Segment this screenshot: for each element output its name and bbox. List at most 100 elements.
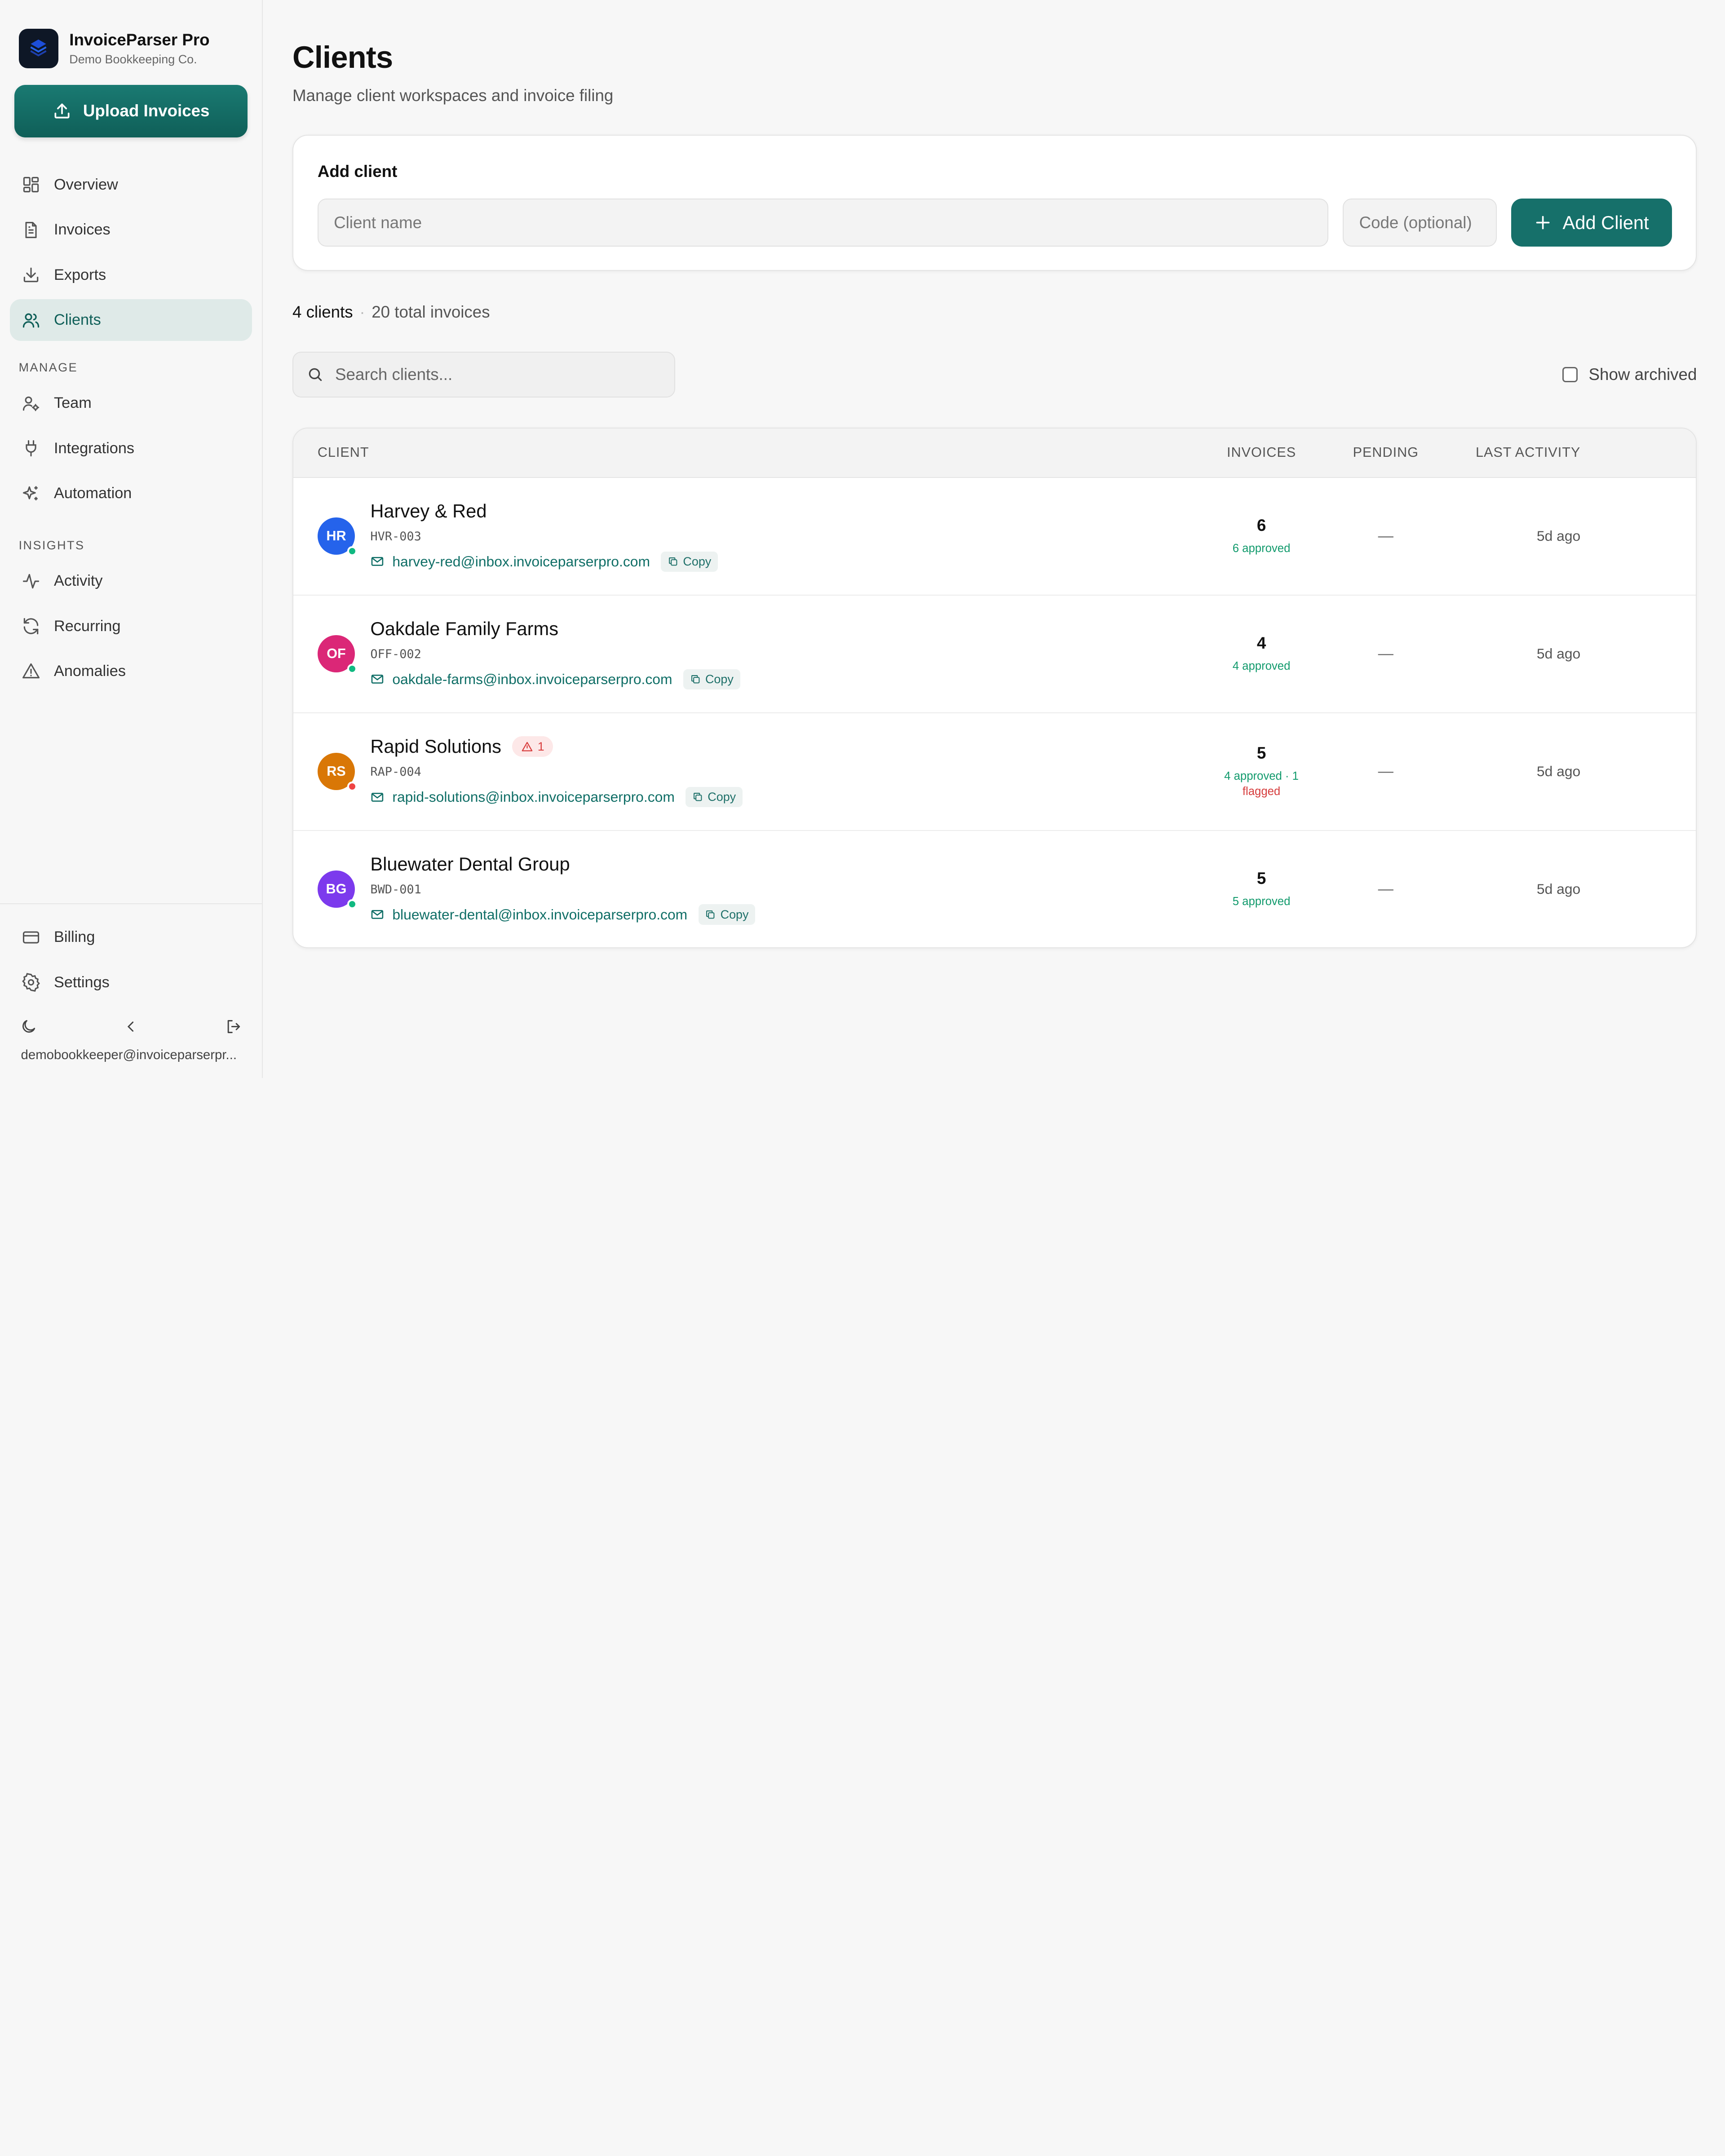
nav-item-exports[interactable]: Exports [10,254,252,296]
upload-label: Upload Invoices [83,102,210,120]
nav-item-team[interactable]: Team [10,382,252,424]
nav-item-automation[interactable]: Automation [10,473,252,514]
copy-email-button[interactable]: Copy [698,904,756,925]
nav-label: Exports [53,266,106,283]
invoices-cell: 5 4 approved · 1 flagged [1195,744,1327,799]
nav-label: Recurring [53,617,121,635]
client-email-line: bluewater-dental@inbox.invoiceparserpro.… [370,904,756,925]
nav-label: Invoices [53,221,111,239]
invoice-status: 6 approved [1195,541,1327,556]
copy-email-button[interactable]: Copy [661,551,718,572]
show-archived-toggle[interactable]: Show archived [1562,365,1697,384]
nav-item-settings[interactable]: Settings [10,962,252,1003]
invoice-status: 5 approved [1195,894,1327,909]
invoice-count: 6 [1256,516,1266,535]
avatar-initials: HR [326,528,346,544]
nav-item-billing[interactable]: Billing [10,916,252,958]
moon-icon[interactable] [20,1018,37,1035]
anomaly-badge[interactable]: 1 [512,736,553,757]
sidebar-footer: Billing Settings demobookkeeper@invoicep… [0,903,262,1078]
client-summary: 4 clients · 20 total invoices [292,303,1697,322]
show-archived-checkbox[interactable] [1562,367,1578,383]
mail-icon [372,557,384,566]
user-email: demobookkeeper@invoiceparserpr... [21,1047,237,1062]
client-code: HVR-003 [370,530,421,544]
users-icon [22,313,39,327]
chevron-left-icon[interactable] [122,1018,140,1035]
client-name-line: Bluewater Dental Group [370,853,755,875]
nav-item-invoices[interactable]: Invoices [10,209,252,251]
add-client-title: Add client [317,162,398,181]
header-last-activity[interactable]: LAST ACTIVITY [1444,445,1581,460]
nav-item-anomalies[interactable]: Anomalies [10,650,252,692]
table-header: CLIENT INVOICES PENDING LAST ACTIVITY [293,428,1696,478]
invoice-status: 4 approved · 1 flagged [1195,769,1327,800]
nav-item-integrations[interactable]: Integrations [10,428,252,469]
credit-card-icon [22,931,39,944]
copy-icon [669,557,677,566]
nav-label: Clients [53,311,101,329]
add-client-button[interactable]: Add Client [1511,198,1672,247]
search-box[interactable] [292,351,676,398]
plug-icon [25,440,36,457]
copy-email-button[interactable]: Copy [683,669,740,690]
clients-table: CLIENT INVOICES PENDING LAST ACTIVITY HR… [292,427,1697,949]
client-email[interactable]: harvey-red@inbox.invoiceparserpro.com [392,553,650,570]
invoices-cell: 5 5 approved [1195,869,1327,909]
table-row[interactable]: BG Bluewater Dental Group BWD-001 bluewa… [293,831,1696,948]
client-name-line: Rapid Solutions 1 [370,736,742,757]
pending-cell: — [1378,527,1393,545]
header-invoices[interactable]: INVOICES [1195,445,1327,460]
avatar: OF [317,635,357,674]
add-client-label: Add Client [1562,212,1649,233]
summary-separator: · [359,303,365,322]
nav-item-recurring[interactable]: Recurring [10,605,252,647]
avatar: RS [317,753,357,791]
table-row[interactable]: HR Harvey & Red HVR-003 harvey-red@inbox… [293,478,1696,596]
nav-item-clients[interactable]: Clients [10,299,252,341]
warning-icon [522,742,533,751]
table-row[interactable]: RS Rapid Solutions 1 RAP-004 rapid-solut… [293,713,1696,831]
header-client[interactable]: CLIENT [293,445,1195,460]
nav-label: Overview [53,176,118,193]
brand[interactable]: InvoiceParser Pro Demo Bookkeeping Co. [0,0,262,71]
sidebar: InvoiceParser Pro Demo Bookkeeping Co. U… [0,0,263,1078]
header-pending[interactable]: PENDING [1327,445,1444,460]
logout-icon[interactable] [225,1018,242,1035]
nav-item-overview[interactable]: Overview [10,164,252,206]
download-icon [23,267,38,283]
table-row[interactable]: OF Oakdale Family Farms OFF-002 oakdale-… [293,596,1696,713]
client-email[interactable]: bluewater-dental@inbox.invoiceparserpro.… [392,906,687,923]
sidebar-tools [0,1010,262,1043]
approved-count: 4 approved [1232,659,1291,672]
client-code: RAP-004 [370,765,421,779]
warning-icon [22,663,40,679]
client-email[interactable]: oakdale-farms@inbox.invoiceparserpro.com [392,671,672,688]
client-name[interactable]: Oakdale Family Farms [370,618,558,640]
client-name-input[interactable] [317,198,1329,247]
copy-label: Copy [720,907,749,921]
invoice-status: 4 approved [1195,658,1327,674]
client-code-input[interactable] [1343,198,1497,247]
nav-label: Anomalies [53,662,126,680]
client-email[interactable]: rapid-solutions@inbox.invoiceparserpro.c… [392,789,675,805]
copy-label: Copy [705,672,734,686]
client-name[interactable]: Harvey & Red [370,500,487,522]
document-icon [25,221,37,238]
pending-cell: — [1378,645,1393,663]
client-name[interactable]: Rapid Solutions [370,736,501,757]
copy-email-button[interactable]: Copy [686,786,743,808]
search-input[interactable] [335,365,661,384]
upload-invoices-button[interactable]: Upload Invoices [14,84,248,138]
client-name[interactable]: Bluewater Dental Group [370,853,570,875]
client-name-line: Oakdale Family Farms [370,618,740,640]
nav-label: Team [53,394,92,412]
avatar: HR [317,517,357,556]
nav-label: Billing [53,928,95,946]
client-email-line: oakdale-farms@inbox.invoiceparserpro.com… [370,669,740,690]
nav-item-activity[interactable]: Activity [10,560,252,602]
manage-group-label: MANAGE [18,361,78,375]
client-email-line: rapid-solutions@inbox.invoiceparserpro.c… [370,786,743,808]
copy-label: Copy [683,554,712,568]
avatar-initials: RS [327,764,346,779]
